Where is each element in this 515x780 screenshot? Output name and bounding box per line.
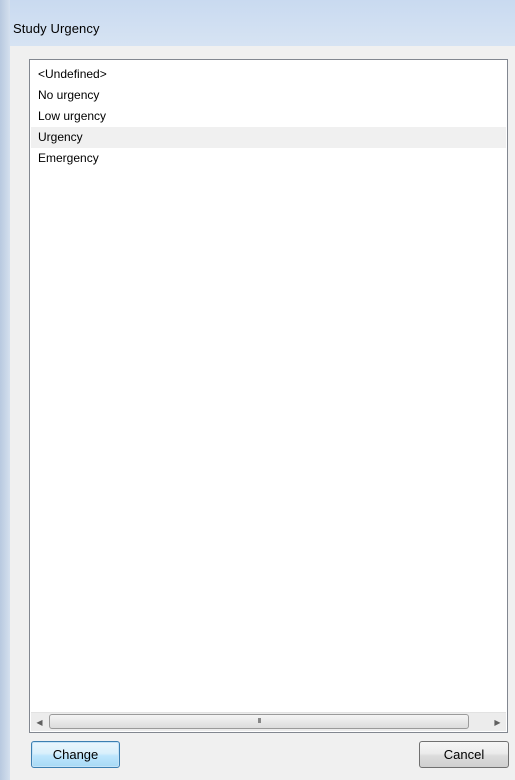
title-bar[interactable]: Study Urgency [0, 0, 515, 46]
urgency-listbox[interactable]: <Undefined> No urgency Low urgency Urgen… [29, 59, 508, 733]
dialog-window: Study Urgency <Undefined> No urgency Low… [0, 0, 515, 780]
urgency-list: <Undefined> No urgency Low urgency Urgen… [31, 64, 506, 169]
list-item-urgency[interactable]: Urgency [31, 127, 506, 148]
cancel-button[interactable]: Cancel [419, 741, 509, 768]
dialog-client-area: <Undefined> No urgency Low urgency Urgen… [10, 46, 515, 780]
list-item-undefined[interactable]: <Undefined> [31, 64, 506, 85]
window-left-border [0, 0, 10, 780]
list-item-no-urgency[interactable]: No urgency [31, 85, 506, 106]
window-title: Study Urgency [13, 21, 100, 36]
scroll-left-arrow-icon[interactable]: ◀ [31, 713, 48, 731]
horizontal-scrollbar[interactable]: ◀ III ▶ [31, 712, 506, 731]
list-item-low-urgency[interactable]: Low urgency [31, 106, 506, 127]
change-button[interactable]: Change [31, 741, 120, 768]
list-item-emergency[interactable]: Emergency [31, 148, 506, 169]
scrollbar-grip-icon: III [257, 718, 262, 725]
scrollbar-thumb[interactable]: III [49, 714, 469, 729]
scroll-right-arrow-icon[interactable]: ▶ [489, 713, 506, 731]
